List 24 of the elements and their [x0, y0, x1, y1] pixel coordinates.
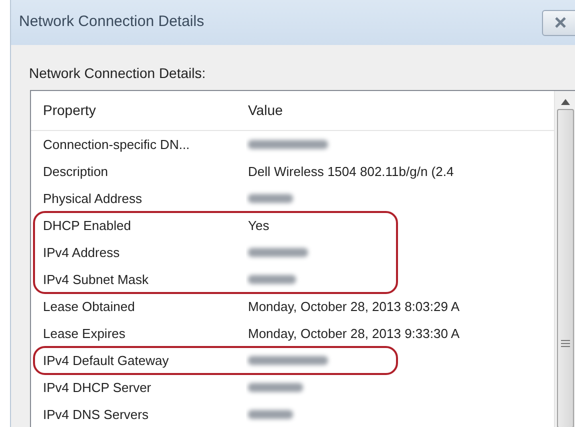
- property-value: Dell Wireless 1504 802.11b/g/n (2.4: [248, 164, 454, 179]
- close-button[interactable]: [542, 10, 575, 36]
- property-name: Connection-specific DN...: [43, 136, 190, 152]
- property-name: IPv4 DNS Servers: [43, 406, 148, 422]
- property-name: IPv4 Subnet Mask: [43, 272, 148, 287]
- property-value: Monday, October 28, 2013 8:03:29 A: [248, 298, 460, 314]
- property-name: Lease Obtained: [43, 298, 135, 314]
- property-name: IPv4 Default Gateway: [43, 352, 169, 368]
- window-title: Network Connection Details: [19, 12, 204, 32]
- property-value: Monday, October 28, 2013 9:33:30 A: [248, 326, 460, 341]
- scrollbar-thumb[interactable]: [556, 109, 574, 427]
- grip-icon: [560, 340, 570, 347]
- close-icon: [554, 17, 566, 28]
- column-header[interactable]: Property: [43, 102, 96, 118]
- scroll-up-icon[interactable]: [560, 99, 570, 105]
- property-name: IPv4 DHCP Server: [43, 380, 152, 395]
- property-name: Description: [43, 164, 108, 179]
- property-name: IPv4 Address: [43, 244, 120, 260]
- section-label: Network Connection Details:: [28, 64, 207, 83]
- property-name: Physical Address: [43, 190, 142, 206]
- property-name: Lease Expires: [43, 326, 126, 341]
- property-name: DHCP Enabled: [43, 218, 131, 233]
- column-header[interactable]: Value: [248, 102, 283, 118]
- property-value: Yes: [248, 218, 270, 233]
